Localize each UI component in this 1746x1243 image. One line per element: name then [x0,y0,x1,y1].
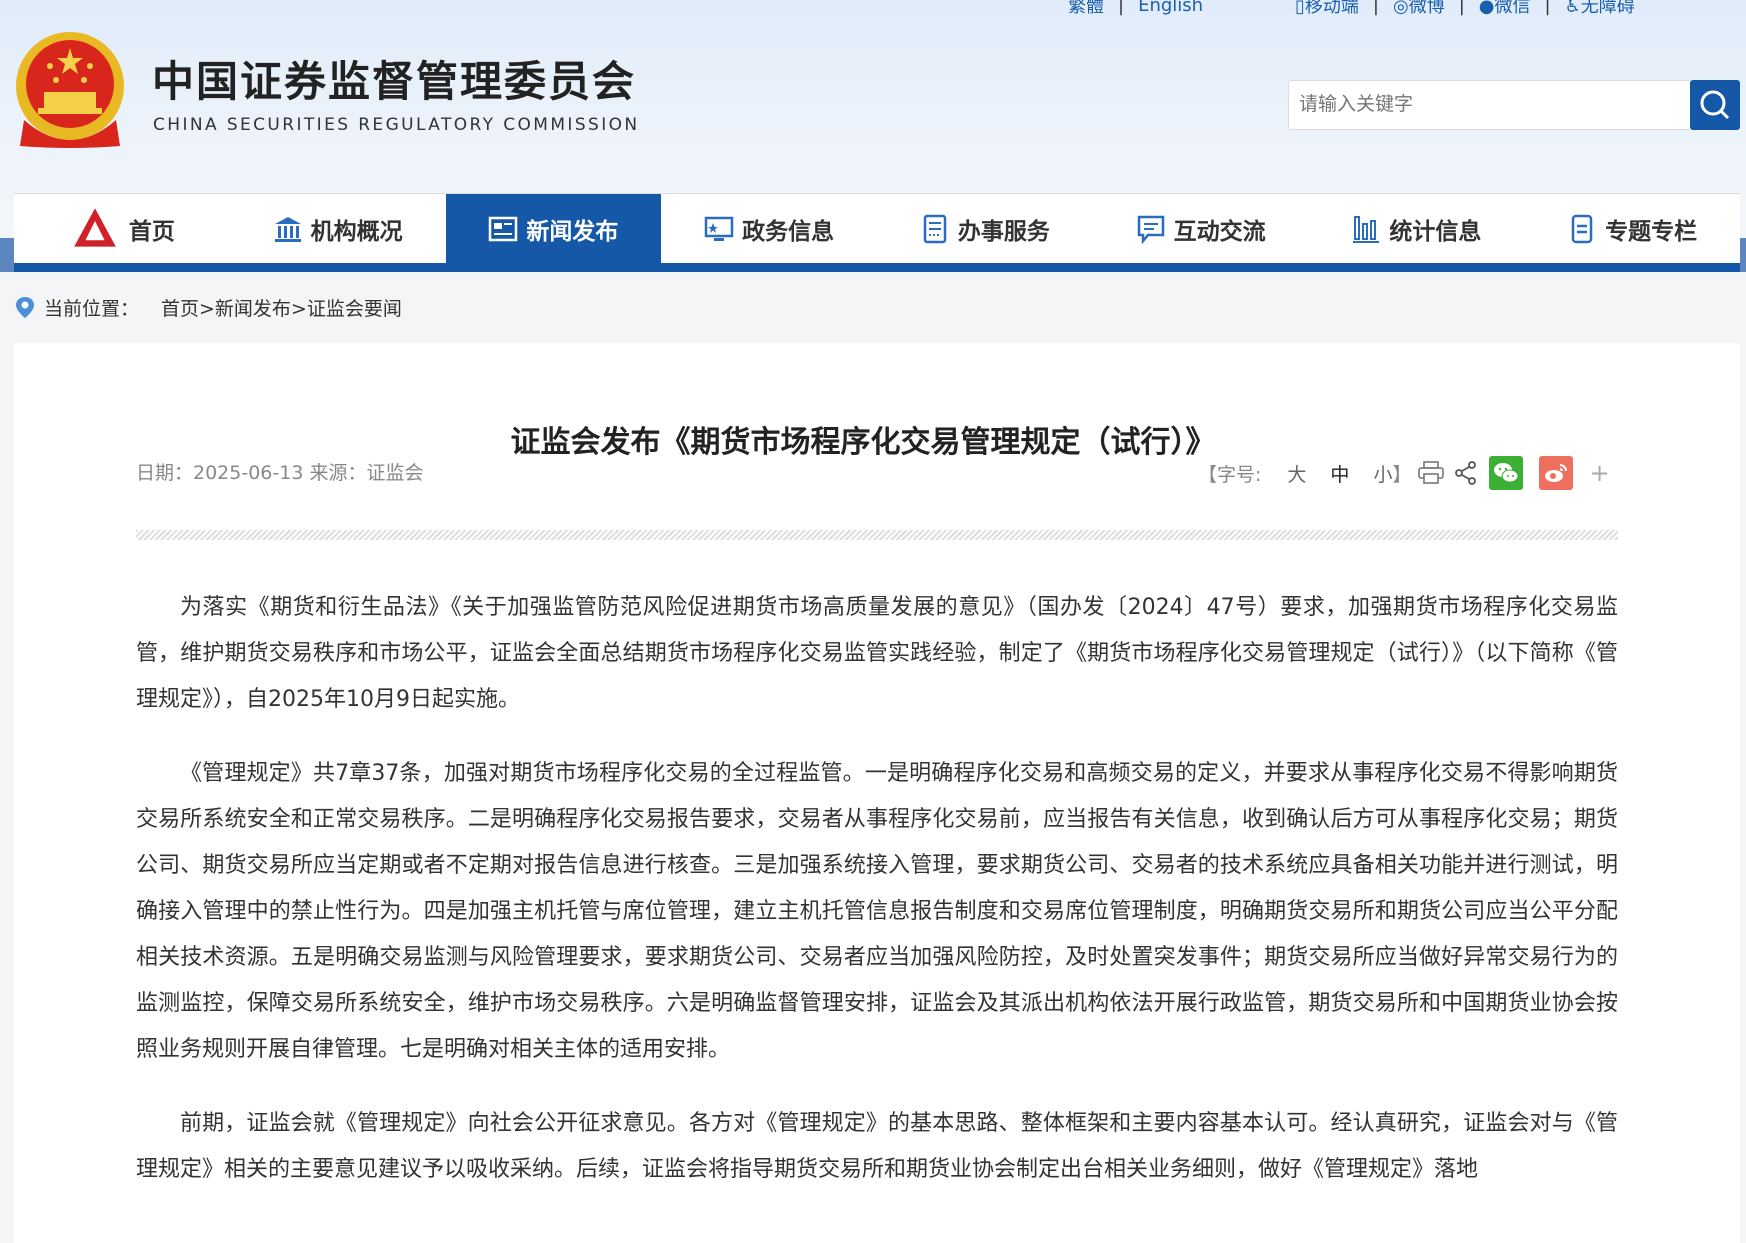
nav-label: 专题专栏 [1605,218,1698,245]
national-emblem-icon[interactable] [14,30,126,150]
search-input[interactable] [1288,80,1690,130]
nav-label: 统计信息 [1389,218,1482,245]
institution-icon [274,216,301,242]
more-share-button[interactable]: + [1589,459,1609,487]
wechat-icon: ● [1478,0,1495,17]
font-medium-button[interactable]: 中 [1330,460,1349,487]
separator: | [1118,0,1125,16]
weibo-label: 微博 [1408,0,1445,17]
nav-institution[interactable]: 机构概况 [230,194,446,263]
nav-edge [0,238,14,272]
separator: | [1458,0,1465,16]
article-body: 为落实《期货和衍生品法》《关于加强监管防范风险促进期货市场高质量发展的意见》（国… [136,585,1618,1221]
service-icon [923,214,947,243]
article-meta: 日期：2025-06-13 来源：证监会 [136,462,424,484]
nav-label: 首页 [128,218,175,245]
wechat-icon [1494,463,1519,483]
nav-label: 政务信息 [742,218,835,245]
nav-home[interactable]: 首页 [14,194,230,263]
nav-label: 互动交流 [1173,218,1266,245]
search-button[interactable] [1690,80,1740,130]
nav-label: 办事服务 [957,218,1050,245]
csrc-logo-icon [74,207,116,247]
location-pin-icon [16,296,34,318]
nav-edge [1740,238,1746,272]
nav-services[interactable]: 办事服务 [877,194,1093,263]
paragraph: 为落实《期货和衍生品法》《关于加强监管防范风险促进期货市场高质量发展的意见》（国… [136,595,1618,712]
monitor-icon [704,216,734,241]
site-title-cn: 中国证券监督管理委员会 [152,57,637,106]
search-bar [1288,80,1740,130]
bar-chart-icon [1353,215,1380,243]
separator: | [1372,0,1379,16]
accessibility-label: 无障碍 [1580,0,1635,17]
english-link[interactable]: English [1138,0,1203,16]
weibo-icon: ◎ [1392,0,1409,17]
article-title: 证监会发布《期货市场程序化交易管理规定（试行）》 [510,425,1216,460]
print-icon[interactable] [1417,460,1445,486]
nav-label: 机构概况 [310,218,403,245]
share-icon[interactable] [1453,460,1479,486]
share-wechat-button[interactable] [1489,456,1524,490]
breadcrumb-label: 当前位置： [44,298,140,320]
main-nav: 首页 机构概况 新闻发布 政务信息 办事服务 互动交流 统计信息 专题专栏 [14,193,1740,272]
accessibility-link[interactable]: ♿无障碍 [1565,0,1635,18]
article-tools: 【字号: 大 中 小 】 + [1198,456,1610,490]
site-title-en: CHINA SECURITIES REGULATORY COMMISSION [153,115,640,135]
nav-label: 新闻发布 [526,218,619,245]
news-icon [489,216,518,241]
nav-news[interactable]: 新闻发布 [445,194,662,263]
language-links: 繁體 | English [1068,0,1203,18]
nav-statistics[interactable]: 统计信息 [1309,194,1525,263]
share-weibo-button[interactable] [1539,456,1574,490]
nav-interaction[interactable]: 互动交流 [1093,194,1309,263]
wechat-label: 微信 [1494,0,1531,17]
nav-government-info[interactable]: 政务信息 [661,194,877,263]
font-small-button[interactable]: 小 [1373,460,1392,487]
mobile-icon: ▯ [1295,0,1305,17]
mobile-link[interactable]: ▯移动端 [1295,0,1359,18]
traditional-link[interactable]: 繁體 [1068,0,1104,18]
weibo-icon [1545,464,1568,482]
paragraph: 《管理规定》共7章37条，加强对期货市场程序化交易的全过程监管。一是明确程序化交… [136,761,1618,1062]
separator: | [1544,0,1551,16]
accessibility-icon: ♿ [1564,0,1581,17]
wechat-link[interactable]: ●微信 [1479,0,1531,18]
channel-links: ▯移动端 | ◎微博 | ●微信 | ♿无障碍 [1295,0,1635,18]
font-size-label: 【字号: [1198,463,1262,486]
mobile-label: 移动端 [1304,0,1359,17]
divider [136,530,1618,540]
weibo-link[interactable]: ◎微博 [1393,0,1445,18]
paragraph: 前期，证监会就《管理规定》向社会公开征求意见。各方对《管理规定》的基本思路、整体… [136,1111,1618,1182]
topic-icon [1571,214,1593,243]
search-icon [1700,90,1730,120]
breadcrumb: 当前位置： 首页>新闻发布>证监会要闻 [14,294,402,321]
font-large-button[interactable]: 大 [1287,460,1306,487]
font-size-label-close: 】 [1392,463,1412,486]
chat-icon [1137,215,1164,244]
breadcrumb-path[interactable]: 首页>新闻发布>证监会要闻 [161,294,402,321]
nav-topics[interactable]: 专题专栏 [1524,194,1740,263]
